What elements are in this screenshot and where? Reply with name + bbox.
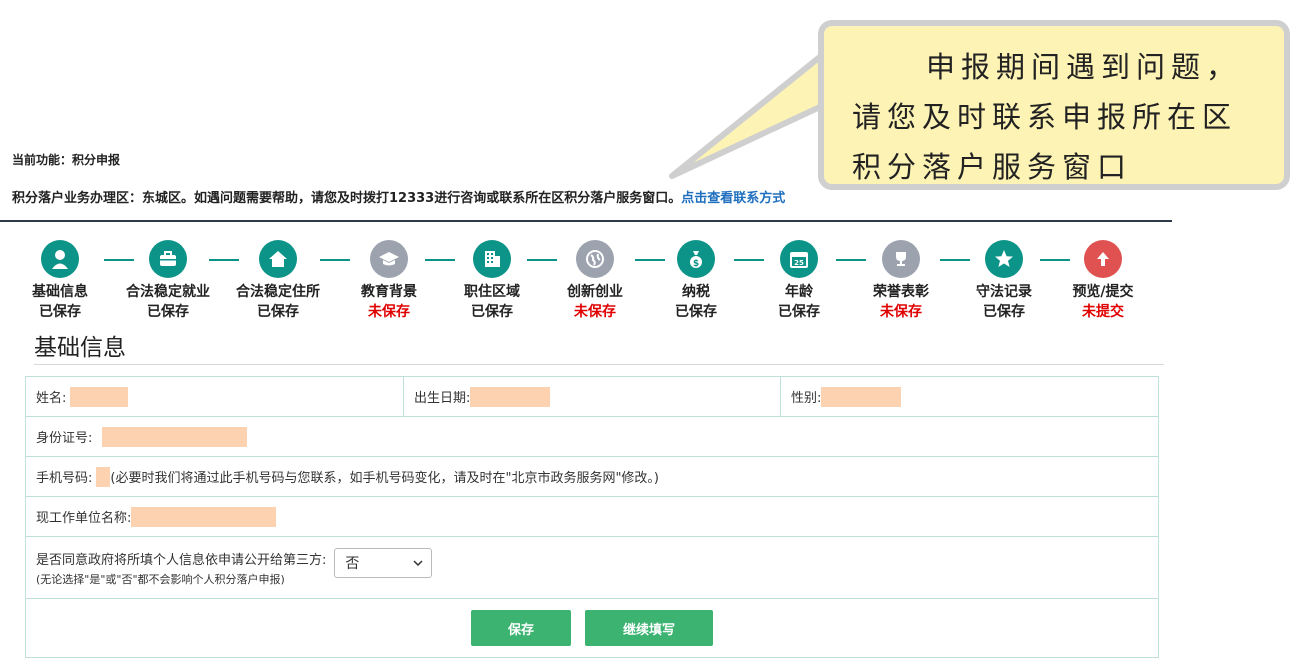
basic-info-form: 姓名: 出生日期: 性别: 身份证号: 手机号码: (必要时我们将通过此手机号码… xyxy=(25,376,1159,658)
tooltip-line-2: 请您及时联系申报所在区 xyxy=(852,100,1238,134)
building-icon xyxy=(473,240,511,278)
svg-text:25: 25 xyxy=(794,259,804,267)
step-name: 合法稳定就业 xyxy=(126,284,210,300)
step-innovation[interactable]: 创新创业 未保存 xyxy=(540,240,650,321)
step-employment[interactable]: 合法稳定就业 已保存 xyxy=(113,240,223,321)
help-tooltip: 申报期间遇到问题， 请您及时联系申报所在区 积分落户服务窗口 xyxy=(818,20,1290,190)
step-education[interactable]: 教育背景 未保存 xyxy=(334,240,444,321)
birth-cell: 出生日期: xyxy=(403,377,780,416)
step-status: 未提交 xyxy=(1082,304,1124,320)
employer-label: 现工作单位名称: xyxy=(36,511,132,526)
consent-selected-value: 否 xyxy=(345,555,360,572)
step-status: 已保存 xyxy=(471,304,513,320)
header-divider xyxy=(0,220,1172,222)
name-value-redacted xyxy=(70,386,129,407)
step-status: 已保存 xyxy=(39,304,81,320)
gender-label: 性别: xyxy=(791,391,822,406)
phone-cell: 手机号码: (必要时我们将通过此手机号码与您联系，如手机号码变化，请及时在"北京… xyxy=(26,457,659,496)
form-row-employer: 现工作单位名称: xyxy=(26,497,1158,537)
id-label: 身份证号: xyxy=(36,431,93,446)
step-preview-submit[interactable]: 预览/提交 未提交 xyxy=(1048,240,1158,321)
section-divider xyxy=(34,364,1164,365)
phone-value-redacted xyxy=(96,466,111,487)
step-basic-info[interactable]: 基础信息 已保存 xyxy=(5,240,115,321)
star-icon xyxy=(985,240,1023,278)
step-status: 已保存 xyxy=(778,304,820,320)
birth-label: 出生日期: xyxy=(414,391,471,406)
consent-note: (无论选择"是"或"否"都不会影响个人积分落户申报) xyxy=(36,572,285,586)
step-status: 已保存 xyxy=(675,304,717,320)
id-cell: 身份证号: xyxy=(26,417,248,456)
step-status: 已保存 xyxy=(147,304,189,320)
step-name: 教育背景 xyxy=(361,284,417,300)
globe-icon xyxy=(576,240,614,278)
gender-cell: 性别: xyxy=(780,377,1158,416)
step-status: 已保存 xyxy=(983,304,1025,320)
step-name: 年龄 xyxy=(785,284,813,300)
step-name: 预览/提交 xyxy=(1072,284,1134,300)
step-status: 未保存 xyxy=(574,304,616,320)
step-name: 守法记录 xyxy=(976,284,1032,300)
section-title: 基础信息 xyxy=(34,335,126,361)
trophy-icon xyxy=(882,240,920,278)
step-name: 纳税 xyxy=(682,284,710,300)
step-status: 已保存 xyxy=(257,304,299,320)
step-name: 职住区域 xyxy=(464,284,520,300)
house-icon xyxy=(259,240,297,278)
birth-value-redacted xyxy=(470,386,551,407)
continue-button[interactable]: 继续填写 xyxy=(585,610,713,646)
notice-bar: 积分落户业务办理区：东城区。如遇问题需要帮助，请您及时拨打12333进行咨询或联… xyxy=(12,187,785,206)
name-label: 姓名: xyxy=(36,391,67,406)
employer-cell: 现工作单位名称: xyxy=(26,497,277,536)
person-icon xyxy=(41,240,79,278)
form-row-phone: 手机号码: (必要时我们将通过此手机号码与您联系，如手机号码变化，请及时在"北京… xyxy=(26,457,1158,497)
save-button[interactable]: 保存 xyxy=(471,610,571,646)
briefcase-icon xyxy=(149,240,187,278)
step-status: 未保存 xyxy=(880,304,922,320)
step-name: 荣誉表彰 xyxy=(873,284,929,300)
employer-value-redacted xyxy=(131,506,277,527)
consent-select[interactable]: 否 xyxy=(334,547,433,578)
step-status: 未保存 xyxy=(368,304,410,320)
graduation-cap-icon xyxy=(370,240,408,278)
step-name: 合法稳定住所 xyxy=(236,284,320,300)
calendar-icon: 25 xyxy=(780,240,818,278)
step-name: 基础信息 xyxy=(32,284,88,300)
step-residence[interactable]: 合法稳定住所 已保存 xyxy=(223,240,333,321)
consent-cell: 是否同意政府将所填个人信息依申请公开给第三方: (无论选择"是"或"否"都不会影… xyxy=(26,537,433,598)
step-name: 创新创业 xyxy=(567,284,623,300)
current-function: 当前功能：积分申报 xyxy=(12,153,121,167)
progress-steps: 基础信息 已保存 合法稳定就业 已保存 合法稳定住所 已保存 教育背景 未保存 … xyxy=(0,240,1160,330)
form-row-identity: 姓名: 出生日期: 性别: xyxy=(26,377,1158,417)
id-value-redacted xyxy=(102,426,248,447)
gender-value-redacted xyxy=(821,386,902,407)
chevron-down-icon xyxy=(413,559,423,566)
name-cell: 姓名: xyxy=(26,377,403,416)
form-row-id: 身份证号: xyxy=(26,417,1158,457)
tooltip-line-3: 积分落户服务窗口 xyxy=(852,150,1133,184)
form-row-actions: 保存 继续填写 xyxy=(26,599,1158,657)
phone-label: 手机号码: xyxy=(36,471,93,486)
consent-label: 是否同意政府将所填个人信息依申请公开给第三方: xyxy=(36,552,327,568)
svg-text:$: $ xyxy=(693,259,699,269)
money-bag-icon: $ xyxy=(677,240,715,278)
step-age[interactable]: 25 年龄 已保存 xyxy=(744,240,854,321)
step-work-area[interactable]: 职住区域 已保存 xyxy=(437,240,547,321)
tooltip-joint xyxy=(826,53,846,93)
form-row-consent: 是否同意政府将所填个人信息依申请公开给第三方: (无论选择"是"或"否"都不会影… xyxy=(26,537,1158,599)
contact-link[interactable]: 点击查看联系方式 xyxy=(681,191,785,206)
step-honors[interactable]: 荣誉表彰 未保存 xyxy=(846,240,956,321)
phone-note: (必要时我们将通过此手机号码与您联系，如手机号码变化，请及时在"北京市政务服务网… xyxy=(110,471,659,486)
upload-arrow-icon xyxy=(1084,240,1122,278)
consent-text: 是否同意政府将所填个人信息依申请公开给第三方: (无论选择"是"或"否"都不会影… xyxy=(36,549,326,587)
tooltip-line-1: 申报期间遇到问题， xyxy=(926,50,1242,84)
step-law-record[interactable]: 守法记录 已保存 xyxy=(949,240,1059,321)
notice-text: 积分落户业务办理区：东城区。如遇问题需要帮助，请您及时拨打12333进行咨询或联… xyxy=(12,191,682,206)
step-tax[interactable]: $ 纳税 已保存 xyxy=(641,240,751,321)
